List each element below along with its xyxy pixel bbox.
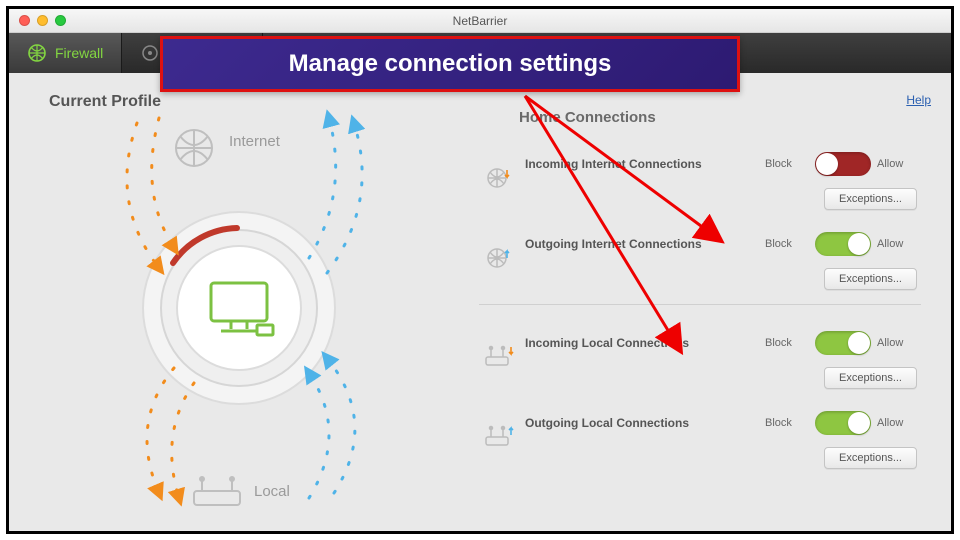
toggle-outgoing-local[interactable] (815, 411, 871, 435)
help-link[interactable]: Help (906, 93, 931, 107)
allow-label: Allow (877, 238, 921, 250)
content: Current Profile (9, 73, 951, 531)
exceptions-button[interactable]: Exceptions... (824, 188, 917, 210)
row-label: Incoming Local Connections (519, 336, 765, 350)
row-label: Outgoing Internet Connections (519, 237, 765, 251)
applications-icon (140, 43, 160, 63)
toggle-incoming-internet[interactable] (815, 152, 871, 176)
section-title: Home Connections (519, 109, 921, 126)
connections-panel: Help Home Connections Incoming Internet … (469, 73, 951, 531)
exceptions-button[interactable]: Exceptions... (824, 447, 917, 469)
row-incoming-internet: Incoming Internet Connections Block Allo… (479, 144, 921, 184)
local-label: Local (254, 483, 290, 500)
row-incoming-local: Incoming Local Connections Block Allow (479, 323, 921, 363)
tab-firewall[interactable]: Firewall (9, 33, 122, 73)
row-label: Incoming Internet Connections (519, 157, 765, 171)
exceptions-button[interactable]: Exceptions... (824, 367, 917, 389)
divider (479, 304, 921, 305)
block-label: Block (765, 238, 809, 250)
block-label: Block (765, 158, 809, 170)
exceptions-button[interactable]: Exceptions... (824, 268, 917, 290)
block-label: Block (765, 417, 809, 429)
profile-panel: Current Profile (9, 73, 469, 531)
toggle-outgoing-internet[interactable] (815, 232, 871, 256)
window-title: NetBarrier (9, 14, 951, 28)
row-label: Outgoing Local Connections (519, 416, 765, 430)
titlebar: NetBarrier (9, 9, 951, 33)
annotation-callout: Manage connection settings (160, 36, 740, 92)
row-outgoing-internet: Outgoing Internet Connections Block Allo… (479, 224, 921, 264)
firewall-icon (27, 43, 47, 63)
row-outgoing-local: Outgoing Local Connections Block Allow (479, 403, 921, 443)
allow-label: Allow (877, 337, 921, 349)
internet-label: Internet (229, 133, 280, 150)
allow-label: Allow (877, 417, 921, 429)
allow-label: Allow (877, 158, 921, 170)
toggle-incoming-local[interactable] (815, 331, 871, 355)
tab-label: Firewall (55, 45, 103, 61)
block-label: Block (765, 337, 809, 349)
